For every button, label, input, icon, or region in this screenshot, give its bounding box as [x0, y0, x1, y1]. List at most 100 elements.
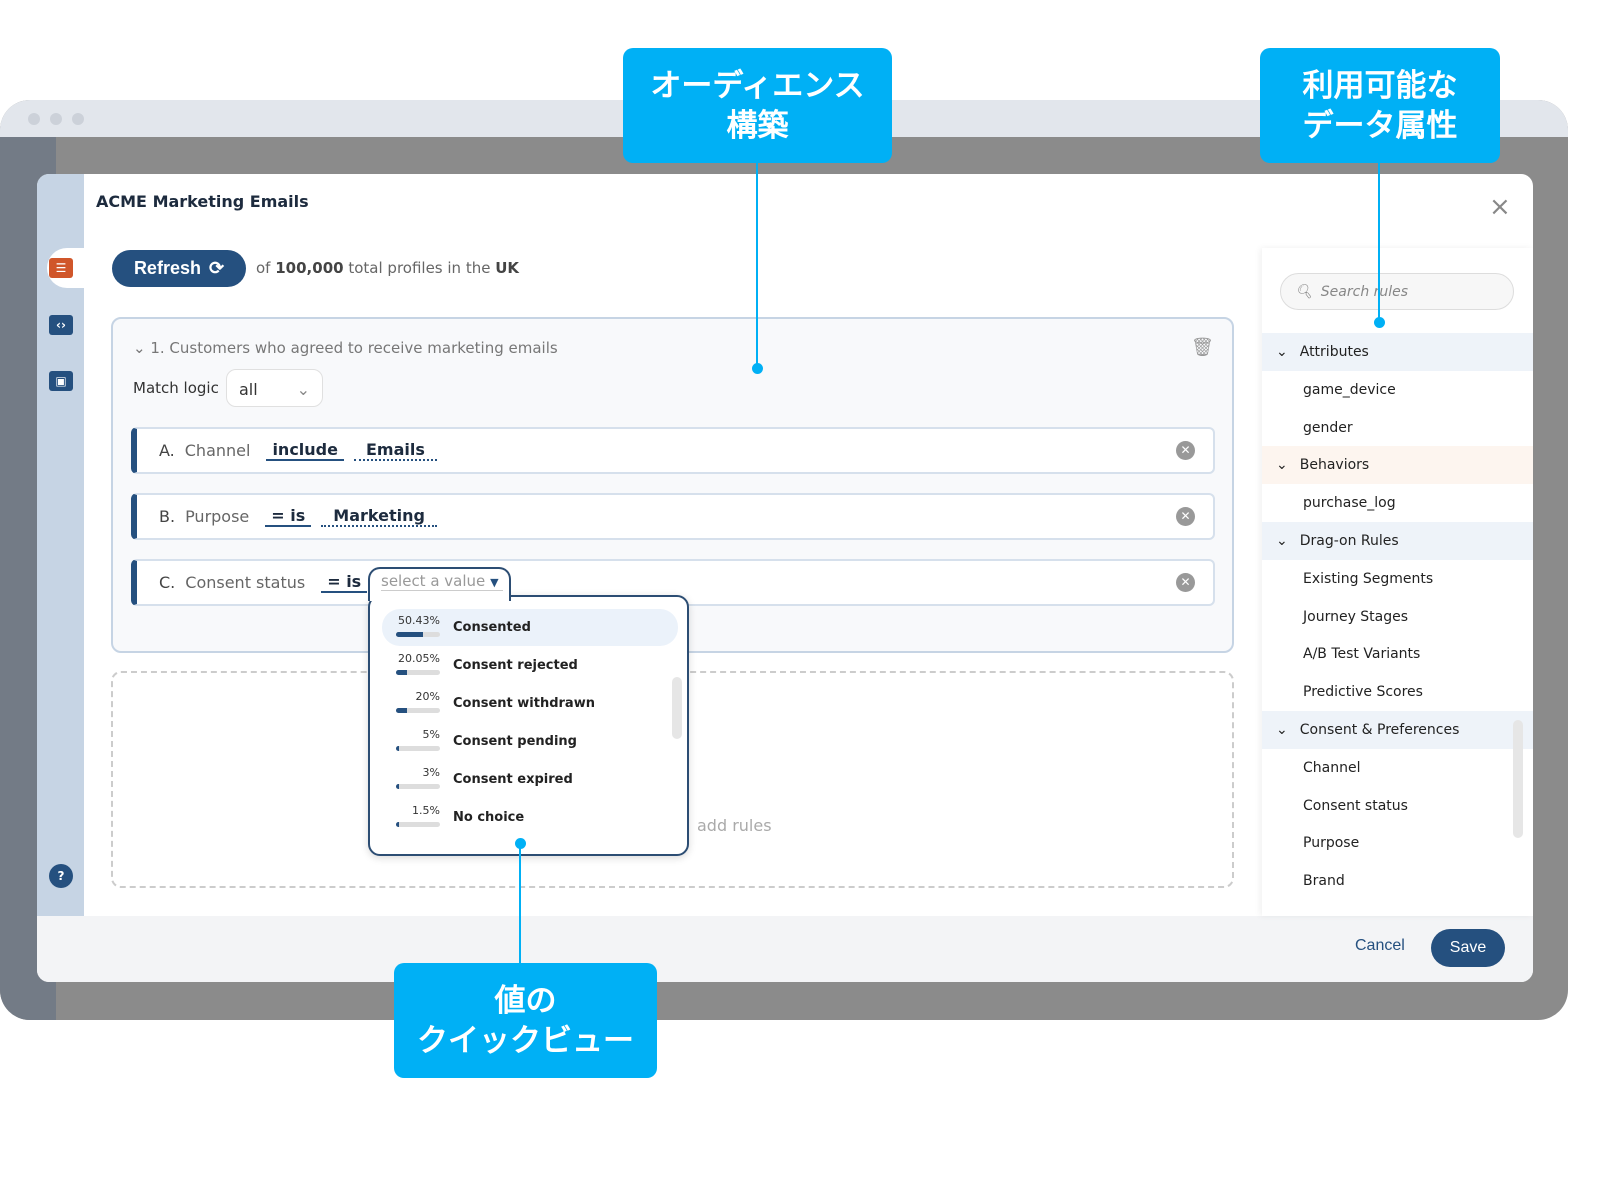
value-dropdown: 50.43% Consented 20.05% Consent rejected 20%… — [368, 595, 689, 856]
callout-audience: オーディエンス 構築 — [623, 48, 892, 163]
trash-icon[interactable]: 🗑 — [1191, 337, 1214, 358]
option-share-bar — [396, 670, 440, 675]
refresh-icon: ⟳ — [208, 258, 225, 278]
tree-label: A/B Test Variants — [1303, 646, 1421, 663]
option-percent: 5% — [422, 728, 440, 741]
option-share-bar — [396, 746, 440, 751]
rules-icon[interactable]: ☰ — [49, 258, 73, 278]
close-icon[interactable]: × — [1489, 192, 1511, 222]
option-label: Consent pending — [453, 734, 577, 749]
modal-footer — [37, 916, 1533, 982]
tree-category[interactable]: ⌄ Consent & Preferences — [1262, 711, 1533, 749]
operator[interactable]: include — [266, 440, 344, 461]
match-logic-select[interactable]: all ⌄ — [226, 369, 323, 407]
value[interactable]: Marketing — [321, 506, 437, 527]
tree-category[interactable]: ⌄ Behaviors — [1262, 446, 1533, 485]
tree-label: game_device — [1303, 381, 1396, 398]
tree-label: Drag-on Rules — [1299, 533, 1399, 549]
segment-name: Marketing Emails — [152, 192, 309, 211]
tree-item[interactable]: Brand — [1262, 862, 1533, 900]
option-label: Consent expired — [453, 772, 573, 787]
value-option[interactable]: 20.05% Consent rejected — [382, 647, 678, 684]
callout-quickview: 値の クイックビュー — [394, 963, 657, 1078]
window-dot — [72, 113, 84, 125]
tree-label: Journey Stages — [1303, 608, 1409, 625]
chevron-down-icon: ⌄ — [1276, 722, 1288, 738]
save-button[interactable]: Save — [1431, 929, 1505, 967]
option-label: Consent rejected — [453, 658, 578, 673]
tree-item[interactable]: game_device — [1262, 371, 1533, 409]
tree-label: Consent & Preferences — [1299, 722, 1460, 738]
profile-card-icon[interactable]: ▣ — [49, 371, 73, 391]
profile-total: of 100,000 total profiles in the UK — [256, 259, 520, 277]
value-select-input[interactable]: select a value ▼ — [381, 572, 503, 591]
option-percent: 20.05% — [398, 652, 440, 665]
tree-category[interactable]: ⌄ Drag-on Rules — [1262, 522, 1533, 560]
value-option[interactable]: 3% Consent expired — [382, 761, 678, 798]
tree-item[interactable]: Predictive Scores — [1262, 673, 1533, 711]
tree-label: Brand — [1303, 873, 1345, 890]
chevron-down-icon: ⌄ — [1276, 457, 1288, 474]
value-option[interactable]: 50.43% Consented — [382, 609, 678, 646]
tree-label: Existing Segments — [1303, 570, 1434, 587]
tree-item[interactable]: purchase_log — [1262, 484, 1533, 522]
value-option[interactable]: 5% Consent pending — [382, 723, 678, 760]
tree-item[interactable]: Consent status — [1262, 787, 1533, 825]
tree-label: Consent status — [1303, 797, 1408, 814]
option-share-bar — [396, 822, 440, 827]
tree-label: Behaviors — [1299, 457, 1370, 474]
tree-category[interactable]: ⌄ Attributes — [1262, 333, 1533, 371]
tree-item[interactable]: Existing Segments — [1262, 560, 1533, 598]
tree-label: Attributes — [1299, 344, 1369, 360]
option-share-bar — [396, 632, 440, 637]
tree-label: purchase_log — [1303, 495, 1396, 512]
refresh-button[interactable]: Refresh ⟳ — [112, 250, 246, 287]
value-option[interactable]: 1.5% No choice — [382, 799, 678, 836]
operator[interactable]: = is — [321, 572, 368, 593]
tree-label: gender — [1303, 419, 1353, 436]
remove-rule-icon[interactable]: ✕ — [1176, 441, 1195, 460]
code-icon[interactable]: ‹› — [49, 315, 73, 335]
tree-item[interactable]: Channel — [1262, 749, 1533, 787]
cancel-button[interactable]: Cancel — [1355, 937, 1405, 955]
option-label: Consent withdrawn — [453, 696, 595, 711]
tree-item[interactable]: Purpose — [1262, 824, 1533, 862]
panel-scrollbar[interactable] — [1513, 720, 1523, 838]
dropdown-scrollbar[interactable] — [672, 677, 682, 739]
rule-row[interactable]: A. Channel include Emails ✕ — [131, 427, 1215, 474]
tree-item[interactable]: gender — [1262, 409, 1533, 447]
callout-attributes: 利用可能な データ属性 — [1260, 48, 1500, 163]
remove-rule-icon[interactable]: ✕ — [1176, 507, 1195, 526]
window-dot — [28, 113, 40, 125]
tree-label: Channel — [1303, 759, 1361, 776]
rules-panel: 🔍︎ Search rules ⌄ Attributes game_devicegen… — [1262, 248, 1533, 916]
option-percent: 50.43% — [398, 614, 440, 627]
search-icon: 🔍︎ — [1295, 283, 1313, 300]
chevron-down-icon: ⌄ — [1276, 344, 1288, 360]
chevron-down-icon: ⌄ — [296, 380, 310, 399]
modal-rail: ☰ ‹› ▣ ? — [37, 174, 84, 916]
operator[interactable]: = is — [265, 506, 312, 527]
help-icon[interactable]: ? — [49, 864, 73, 888]
remove-rule-icon[interactable]: ✕ — [1176, 573, 1195, 592]
rule-row[interactable]: B. Purpose = is Marketing ✕ — [131, 493, 1215, 540]
option-label: No choice — [453, 810, 525, 825]
option-share-bar — [396, 784, 440, 789]
option-percent: 20% — [415, 690, 440, 703]
option-share-bar — [396, 708, 440, 713]
value[interactable]: Emails — [353, 440, 437, 461]
caret-down-icon: ▼ — [490, 576, 499, 589]
tree-label: Purpose — [1303, 835, 1360, 852]
drop-hint: add rules — [697, 816, 772, 835]
chevron-down-icon: ⌄ — [1276, 533, 1288, 549]
group-title[interactable]: ⌄ 1. Customers who agreed to receive mar… — [133, 339, 558, 357]
brand-name: ACME — [96, 192, 147, 211]
tree-label: Predictive Scores — [1303, 684, 1423, 701]
tree-item[interactable]: A/B Test Variants — [1262, 635, 1533, 673]
value-option[interactable]: 20% Consent withdrawn — [382, 685, 678, 722]
refresh-label: Refresh — [133, 258, 201, 278]
search-input[interactable]: 🔍︎ Search rules — [1280, 273, 1514, 310]
tree-item[interactable]: Journey Stages — [1262, 598, 1533, 636]
window-dot — [50, 113, 62, 125]
option-label: Consented — [453, 620, 531, 635]
